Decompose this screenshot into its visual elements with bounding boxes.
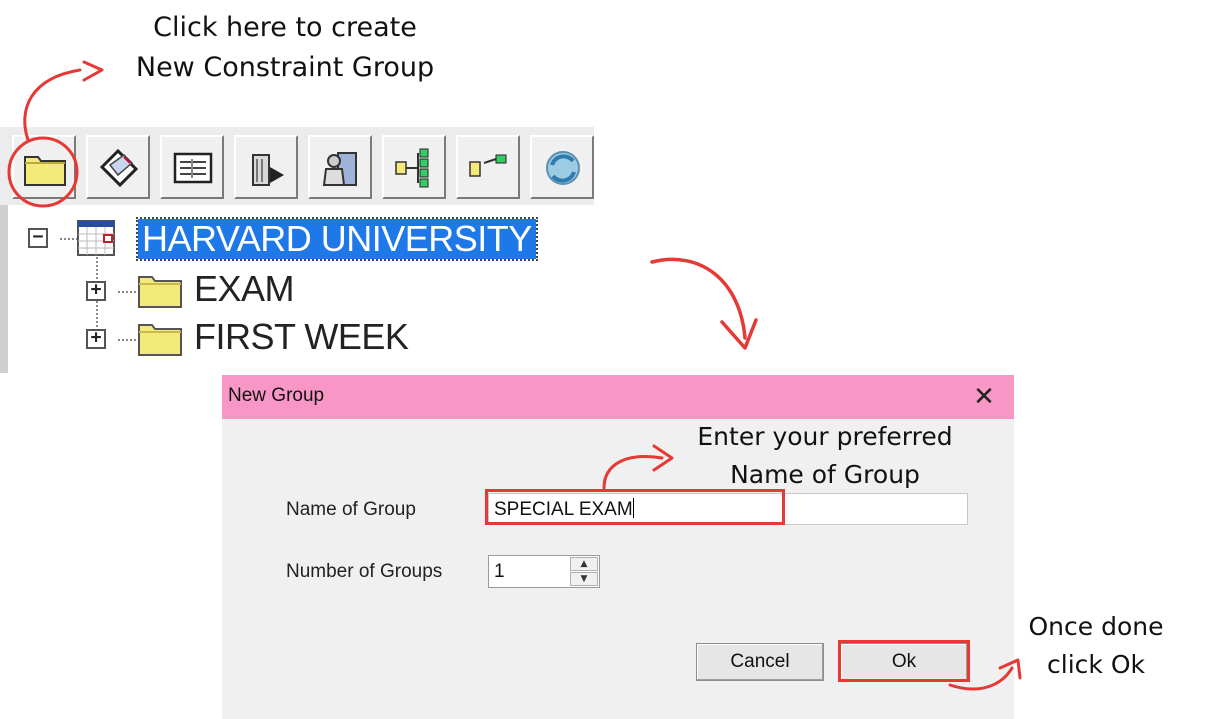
arrow-to-dialog [650, 257, 747, 340]
flow-icon [395, 148, 429, 188]
dialog-title-bar: New Group ✕ [222, 375, 1014, 419]
spin-down-button[interactable]: ▼ [570, 572, 598, 586]
spin-up-button[interactable]: ▲ [570, 557, 598, 571]
tree-root-label[interactable]: HARVARD UNIVERSITY [136, 217, 538, 261]
annotation-line: Click here to create [153, 12, 417, 43]
calendar-icon [77, 220, 115, 256]
folder-icon [138, 324, 182, 356]
name-of-group-label: Name of Group [286, 499, 416, 520]
tree-item-label[interactable]: EXAM [194, 269, 295, 309]
group-tree: − HARVARD UNIVERSITY + EXAM + FIRST WEEK [0, 205, 594, 373]
refresh-icon [546, 151, 580, 185]
refresh-button[interactable] [530, 135, 594, 199]
card-button[interactable] [86, 135, 150, 199]
annotation-line: Once done [1028, 612, 1164, 641]
annotation-line: Name of Group [730, 460, 920, 489]
spinner-value: 1 [494, 561, 505, 582]
arrow-head [82, 60, 104, 82]
annotation-click-ok: Once done click Ok [1012, 608, 1180, 684]
arrow-head [720, 318, 758, 350]
highlight-name-input [485, 489, 785, 525]
list-icon [173, 152, 213, 184]
expand-toggle[interactable]: + [86, 329, 106, 349]
dialog-title: New Group [228, 385, 325, 406]
collapse-toggle[interactable]: − [28, 228, 48, 248]
toolbar [0, 127, 594, 205]
annotation-create-group: Click here to create New Constraint Grou… [112, 8, 458, 88]
number-of-groups-label: Number of Groups [286, 561, 443, 582]
highlight-ok-button [838, 640, 970, 682]
folder-icon [24, 156, 66, 186]
tree-item-label[interactable]: FIRST WEEK [194, 317, 409, 357]
cancel-button[interactable]: Cancel [696, 643, 824, 681]
trash-icon [252, 154, 284, 186]
list-button[interactable] [160, 135, 224, 199]
link-icon [469, 154, 507, 177]
close-icon[interactable]: ✕ [970, 383, 998, 411]
delete-button[interactable] [234, 135, 298, 199]
annotation-line: New Constraint Group [135, 52, 435, 83]
number-of-groups-spinner[interactable]: 1 ▲ ▼ [488, 555, 600, 588]
user-delete-icon [322, 152, 357, 186]
annotation-enter-name: Enter your preferred Name of Group [672, 418, 978, 494]
annotation-line: click Ok [1047, 650, 1145, 679]
folder-icon [138, 276, 182, 308]
expand-toggle[interactable]: + [86, 281, 106, 301]
flow-button[interactable] [382, 135, 446, 199]
user-remove-button[interactable] [308, 135, 372, 199]
card-icon [99, 148, 139, 188]
link-button[interactable] [456, 135, 520, 199]
annotation-line: Enter your preferred [697, 422, 953, 451]
new-group-button[interactable] [12, 135, 76, 199]
